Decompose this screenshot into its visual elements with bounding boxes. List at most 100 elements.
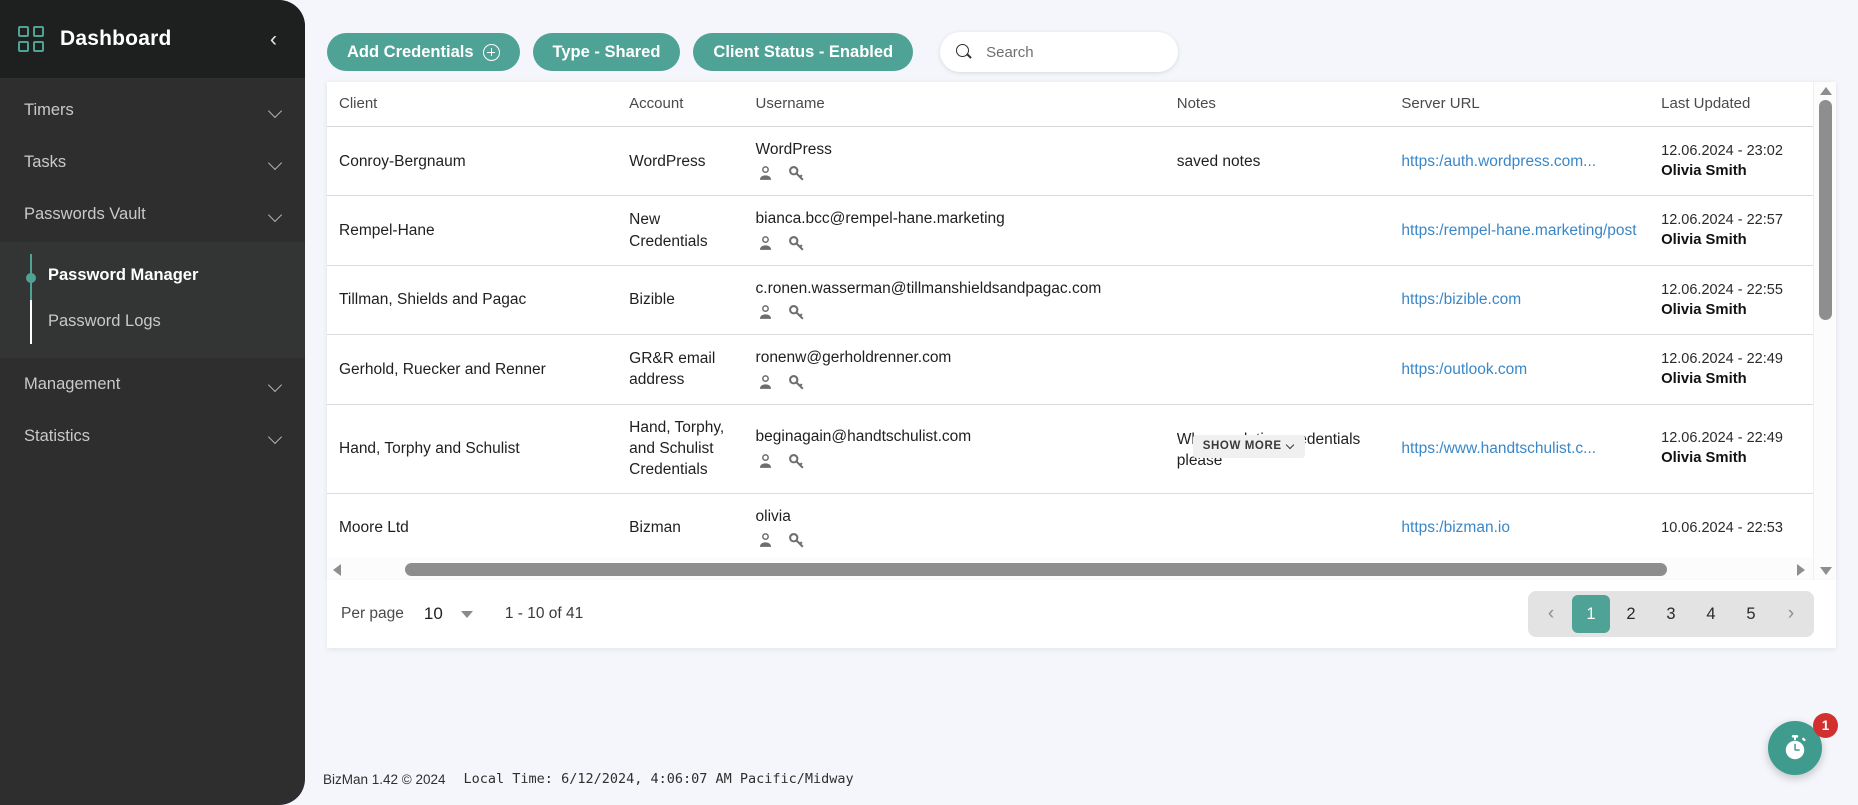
scroll-right-arrow-icon[interactable] (1797, 564, 1805, 576)
scroll-left-arrow-icon[interactable] (333, 564, 341, 576)
table-row[interactable]: Moore Ltd Bizman olivia https:/bizman.io… (327, 493, 1813, 564)
show-more-button[interactable]: SHOW MORE (1192, 434, 1305, 459)
last-updated-date: 12.06.2024 - 22:49 (1661, 430, 1783, 447)
table-body: Conroy-Bergnaum WordPress WordPress save… (327, 126, 1813, 564)
horizontal-scroll-thumb[interactable] (405, 563, 1667, 576)
person-icon[interactable] (756, 452, 775, 471)
table-row[interactable]: Rempel-Hane New Credentials bianca.bcc@r… (327, 195, 1813, 266)
pagination-prev-button[interactable]: ‹ (1532, 595, 1570, 633)
last-updated-date: 12.06.2024 - 22:55 (1661, 281, 1783, 298)
server-url-link[interactable]: https:/bizible.com (1401, 291, 1521, 308)
key-icon[interactable] (787, 373, 806, 392)
cell-client: Hand, Torphy and Schulist (327, 404, 618, 494)
server-url-link[interactable]: https:/bizman.io (1401, 519, 1510, 536)
table-head: Client Account Username Notes Server URL… (327, 82, 1813, 127)
key-icon[interactable] (787, 531, 806, 550)
chevron-down-icon (1287, 442, 1295, 450)
server-url-link[interactable]: https:/outlook.com (1401, 361, 1527, 378)
chevron-down-icon (268, 377, 283, 392)
server-url-link[interactable]: https:/rempel-hane.marketing/post (1401, 222, 1636, 239)
last-updated-date: 12.06.2024 - 22:49 (1661, 351, 1783, 368)
key-icon[interactable] (787, 234, 806, 253)
per-page-value[interactable]: 10 (424, 604, 443, 624)
table-header-row: Client Account Username Notes Server URL… (327, 82, 1813, 127)
person-icon[interactable] (756, 234, 775, 253)
table-row[interactable]: Tillman, Shields and Pagac Bizible c.ron… (327, 265, 1813, 336)
sidebar-item-statistics[interactable]: Statistics (0, 410, 305, 462)
username-text: ronenw@gerholdrenner.com (755, 349, 952, 367)
pagination-page-3[interactable]: 3 (1652, 595, 1690, 633)
cell-account: New Credentials (617, 195, 744, 266)
sidebar-item-management[interactable]: Management (0, 358, 305, 410)
sidebar-item-password-manager[interactable]: Password Manager (0, 252, 305, 298)
sidebar-item-label: Tasks (24, 152, 67, 171)
column-header-client[interactable]: Client (327, 82, 618, 127)
sidebar-item-passwords-vault[interactable]: Passwords Vault (0, 188, 305, 240)
pagination-page-4[interactable]: 4 (1692, 595, 1730, 633)
cell-username: bianca.bcc@rempel-hane.marketing (743, 195, 1165, 266)
cell-last-updated: 12.06.2024 - 23:02 Olivia Smith (1649, 126, 1813, 197)
scroll-down-arrow-icon[interactable] (1820, 567, 1832, 575)
pagination-page-5[interactable]: 5 (1732, 595, 1770, 633)
server-url-link[interactable]: https:/auth.wordpress.com... (1401, 153, 1596, 170)
person-icon[interactable] (756, 303, 775, 322)
scroll-up-arrow-icon[interactable] (1820, 87, 1832, 95)
footer-local-time: Local Time: 6/12/2024, 4:06:07 AM Pacifi… (463, 771, 854, 787)
pagination-page-1[interactable]: 1 (1572, 595, 1610, 633)
cell-notes (1164, 493, 1390, 564)
search-box[interactable] (940, 32, 1188, 72)
key-icon[interactable] (787, 452, 806, 471)
column-header-notes[interactable]: Notes (1164, 82, 1390, 127)
table-horizontal-scrollbar[interactable] (327, 558, 1813, 580)
cell-server-url: https:/rempel-hane.marketing/post (1389, 195, 1650, 266)
table-row[interactable]: Conroy-Bergnaum WordPress WordPress save… (327, 126, 1813, 197)
key-icon[interactable] (787, 303, 806, 322)
person-icon[interactable] (756, 164, 775, 183)
sidebar-item-timers[interactable]: Timers (0, 84, 305, 136)
cell-server-url: https:/bizman.io (1389, 493, 1650, 564)
add-credentials-label: Add Credentials (347, 42, 474, 61)
table-row[interactable]: Hand, Torphy and Schulist Hand, Torphy, … (327, 404, 1813, 494)
footer: BizMan 1.42 © 2024 Local Time: 6/12/2024… (305, 753, 1858, 805)
column-header-last-updated[interactable]: Last Updated (1649, 82, 1813, 127)
username-text: bianca.bcc@rempel-hane.marketing (755, 210, 1005, 228)
cell-server-url: https:/www.handtschulist.c... (1389, 404, 1650, 494)
search-input[interactable] (984, 42, 1188, 62)
cell-server-url: https:/auth.wordpress.com... (1389, 126, 1650, 197)
column-header-account[interactable]: Account (617, 82, 744, 127)
cell-last-updated: 12.06.2024 - 22:57 Olivia Smith (1649, 195, 1813, 266)
sidebar-subnav: Password Manager Password Logs (0, 242, 305, 358)
person-icon[interactable] (756, 531, 775, 550)
cell-account: WordPress (617, 126, 744, 197)
show-more-label: SHOW MORE (1202, 439, 1282, 452)
client-status-filter-button[interactable]: Client Status - Enabled (693, 33, 914, 71)
add-credentials-button[interactable]: Add Credentials (327, 33, 520, 71)
type-filter-button[interactable]: Type - Shared (532, 33, 681, 71)
chevron-down-icon (268, 429, 283, 444)
last-updated-date: 12.06.2024 - 23:02 (1661, 142, 1783, 159)
column-header-username[interactable]: Username (743, 82, 1165, 127)
person-icon[interactable] (756, 373, 775, 392)
key-icon[interactable] (787, 164, 806, 183)
sidebar-item-tasks[interactable]: Tasks (0, 136, 305, 188)
server-url-link[interactable]: https:/www.handtschulist.c... (1401, 440, 1596, 457)
timer-badge-count[interactable]: 1 (1813, 713, 1838, 738)
main-content: Add Credentials Type - Shared Client Sta… (305, 0, 1858, 805)
chevron-down-icon[interactable] (460, 610, 473, 618)
column-header-server-url[interactable]: Server URL (1389, 82, 1650, 127)
credentials-table: Client Account Username Notes Server URL… (327, 82, 1813, 564)
cell-account: Bizman (617, 493, 744, 564)
pagination-next-button[interactable]: › (1772, 595, 1810, 633)
table-scroll-viewport: Client Account Username Notes Server URL… (327, 82, 1836, 580)
sidebar-item-password-logs[interactable]: Password Logs (0, 298, 305, 344)
chevron-left-icon[interactable]: ‹ (264, 27, 283, 52)
cell-account: Bizible (617, 265, 744, 336)
table-row[interactable]: Gerhold, Ruecker and Renner GR&R email a… (327, 334, 1813, 405)
table-vertical-scrollbar[interactable] (1813, 82, 1836, 580)
username-text: beginagain@handtschulist.com (755, 428, 972, 446)
cell-server-url: https:/bizible.com (1389, 265, 1650, 336)
username-text: c.ronen.wasserman@tillmanshieldsandpagac… (755, 279, 1102, 297)
vertical-scroll-thumb[interactable] (1819, 100, 1832, 320)
pagination-page-2[interactable]: 2 (1612, 595, 1650, 633)
cell-last-updated: 10.06.2024 - 22:53 (1649, 493, 1813, 564)
